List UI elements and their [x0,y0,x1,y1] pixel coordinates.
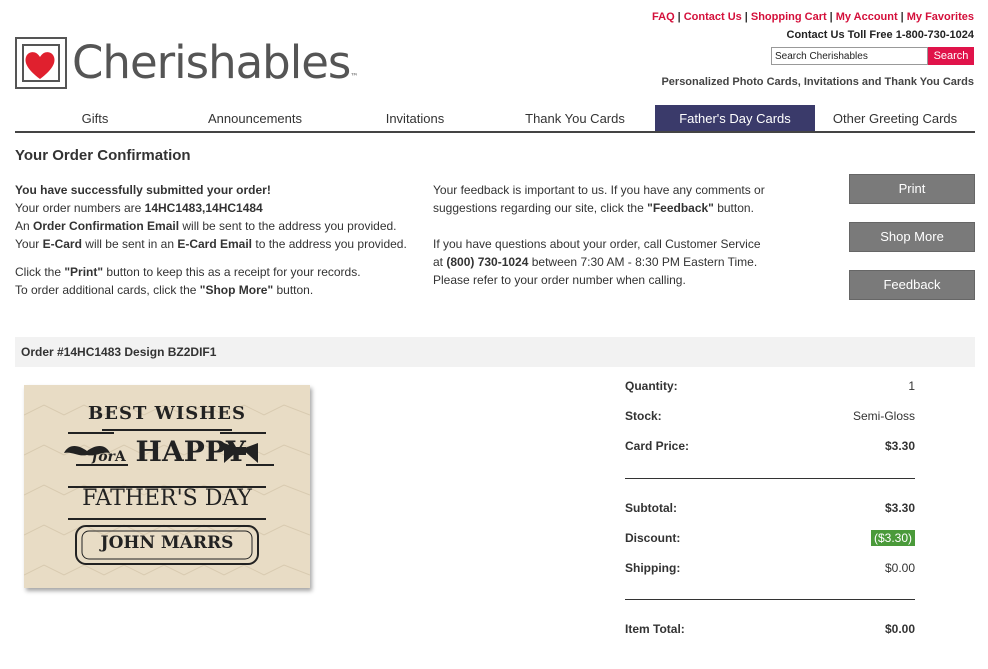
search-box: Search [771,47,974,65]
page-title: Your Order Confirmation [15,147,191,164]
main-nav: Gifts Announcements Invitations Thank Yo… [15,105,975,133]
search-input[interactable] [771,47,928,65]
nav-item-gifts[interactable]: Gifts [15,105,175,131]
order-numbers-line: Your order numbers are 14HC1483,14HC1484 [15,201,263,215]
header-links: FAQ | Contact Us | Shopping Cart | My Account |… [652,11,974,23]
feedback-text: Your feedback is important to us. If you… [433,181,793,289]
card-fathers-day: FATHER'S DAY [82,486,252,511]
shipping-row: Shipping: $0.00 [625,561,915,575]
stock-row: Stock: Semi-Gloss [625,409,915,423]
nav-item-fathers-day-cards[interactable]: Father's Day Cards [655,105,815,131]
email-line: An Order Confirmation Email will be sent… [15,219,397,233]
logo[interactable]: Cherishables™ [15,36,358,89]
questions-line: at (800) 730-1024 between 7:30 AM - 8:30… [433,255,758,269]
search-button[interactable]: Search [928,47,974,65]
feedback-button[interactable]: Feedback [849,270,975,300]
order-details: Quantity: 1 Stock: Semi-Gloss Card Price: $… [625,376,915,649]
card-happy: forA HAPPY [92,435,246,468]
questions-line: Please refer to your order number when c… [433,273,686,287]
discount-row: Discount: ($3.30) [625,528,915,558]
logo-text: Cherishables™ [72,36,358,89]
questions-line: If you have questions about your order, … [433,237,761,251]
card-price-row: Card Price: $3.30 [625,439,915,453]
shop-more-button[interactable]: Shop More [849,222,975,252]
discount-badge: ($3.30) [870,530,915,546]
feedback-line: Your feedback is important to us. If you… [433,183,765,197]
nav-item-thank-you-cards[interactable]: Thank You Cards [495,105,655,131]
my-favorites-link[interactable]: My Favorites [907,11,974,23]
feedback-line: suggestions regarding our site, click th… [433,201,754,215]
heart-logo-icon [15,37,67,89]
quantity-row: Quantity: 1 [625,379,915,393]
confirmation-text: You have successfully submitted your ord… [15,181,425,299]
toll-free-text: Contact Us Toll Free 1-800-730-1024 [786,29,974,41]
print-instructions: Click the "Print" button to keep this as… [15,265,361,279]
contact-us-link[interactable]: Contact Us [684,11,742,23]
nav-item-announcements[interactable]: Announcements [175,105,335,131]
subtotal-row: Subtotal: $3.30 [625,501,915,515]
nav-item-other-greeting-cards[interactable]: Other Greeting Cards [815,105,975,131]
item-total-row: Item Total: $0.00 [625,622,915,636]
tagline: Personalized Photo Cards, Invitations an… [661,76,974,88]
nav-item-invitations[interactable]: Invitations [335,105,495,131]
print-button[interactable]: Print [849,174,975,204]
ecard-line: Your E-Card will be sent in an E-Card Em… [15,237,407,251]
success-message: You have successfully submitted your ord… [15,183,271,197]
card-name: JOHN MARRS [100,533,234,553]
my-account-link[interactable]: My Account [836,11,898,23]
shop-instructions: To order additional cards, click the "Sh… [15,283,314,297]
card-best-wishes: BEST WISHES [88,403,246,424]
faq-link[interactable]: FAQ [652,11,675,23]
card-preview: BEST WISHES forA HAPPY FATHER'S DAY JOHN… [24,385,310,588]
shopping-cart-link[interactable]: Shopping Cart [751,11,827,23]
order-header: Order #14HC1483 Design BZ2DIF1 [15,337,975,367]
